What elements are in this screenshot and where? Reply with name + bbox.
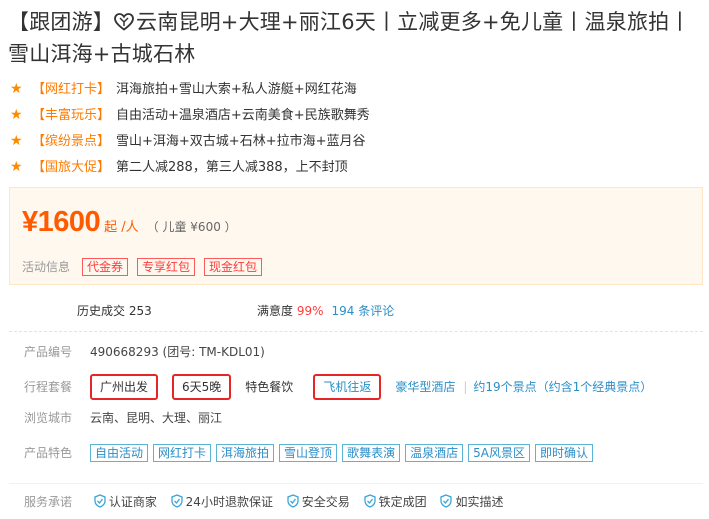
feature-desc: 雪山+洱海+双古城+石林+拉市海+蓝月谷 — [116, 134, 366, 149]
star-icon: ★ — [10, 133, 23, 149]
satisfaction: 满意度 99% 194 条评论 — [257, 302, 394, 319]
feature-item: ★ 【网红打卡】 洱海旅拍+雪山大索+私人游艇+网红花海 — [10, 76, 700, 102]
feature-tag-chip[interactable]: 歌舞表演 — [342, 444, 401, 462]
product-features-label: 产品特色 — [24, 446, 73, 460]
cities-value: 云南、昆明、大理、丽江 — [90, 411, 223, 425]
title-prefix: 【跟团游】 — [8, 10, 114, 34]
promo-row: 活动信息 代金券 专享红包 现金红包 — [22, 258, 271, 276]
duration-option[interactable]: 6天5晚 — [172, 374, 232, 400]
coupon-voucher[interactable]: 代金券 — [82, 258, 129, 276]
price-panel: ¥1600 起 /人 （ 儿童 ¥600 ） 活动信息 代金券 专享红包 现金红包 — [9, 187, 703, 285]
feature-tag: 【丰富玩乐】 — [32, 108, 111, 123]
promo-label: 活动信息 — [22, 260, 71, 274]
product-id-label: 产品编号 — [24, 345, 73, 359]
price-row: ¥1600 起 /人 （ 儿童 ¥600 ） — [22, 206, 237, 239]
shield-check-icon — [171, 494, 183, 508]
satisfaction-label: 满意度 — [257, 304, 294, 318]
transport-option[interactable]: 飞机往返 — [313, 374, 382, 400]
feature-tag: 【缤纷景点】 — [32, 134, 111, 149]
promise-item: 安全交易 — [287, 492, 350, 512]
feature-item: ★ 【丰富玩乐】 自由活动+温泉酒店+云南美食+民族歌舞秀 — [10, 102, 700, 128]
promise-divider — [9, 483, 703, 484]
promise-item: 24小时退款保证 — [171, 492, 273, 512]
product-id-row: 产品编号 490668293 (团号: TM-KDL01) — [24, 341, 265, 363]
departure-option[interactable]: 广州出发 — [90, 374, 159, 400]
feature-desc: 第二人减288，第三人减388，上不封顶 — [116, 160, 348, 175]
star-icon: ★ — [10, 159, 23, 175]
coupon-cash[interactable]: 现金红包 — [204, 258, 263, 276]
meal-option: 特色餐饮 — [245, 380, 294, 394]
feature-tag-chip[interactable]: 网红打卡 — [153, 444, 212, 462]
feature-tag-chip[interactable]: 自由活动 — [90, 444, 149, 462]
reviews-link[interactable]: 194 条评论 — [332, 304, 395, 318]
shield-check-icon — [363, 494, 376, 508]
promise-item: 认证商家 — [94, 492, 157, 512]
satisfaction-value: 99% — [296, 304, 324, 318]
itinerary-row: 行程套餐 广州出发 6天5晚 特色餐饮 飞机往返 豪华型酒店 | 约19个景点（约含1个经典景… — [24, 373, 664, 401]
promise-label: 服务承诺 — [24, 495, 73, 509]
sales-count: 历史成交 253 — [77, 304, 152, 318]
separator: | — [463, 380, 468, 394]
feature-tag: 【国旅大促】 — [32, 160, 111, 175]
cities-row: 浏览城市 云南、昆明、大理、丽江 — [24, 407, 222, 429]
section-divider — [9, 331, 703, 332]
price-unit: 起 /人 — [104, 220, 139, 235]
price-amount: ¥1600 — [22, 206, 101, 238]
feature-tag-chip[interactable]: 5A风景区 — [468, 444, 530, 462]
service-promise-row: 服务承诺 认证商家 24小时退款保证 安全交易 铁定成团 如实描述 — [24, 492, 513, 512]
product-id-value: 490668293 (团号: TM-KDL01) — [90, 345, 265, 359]
feature-item: ★ 【缤纷景点】 雪山+洱海+双古城+石林+拉市海+蓝月谷 — [10, 128, 700, 154]
feature-tag-chip[interactable]: 即时确认 — [534, 444, 593, 462]
feature-tag-chip[interactable]: 雪山登顶 — [279, 444, 338, 462]
feature-tag-chip[interactable]: 洱海旅拍 — [216, 444, 275, 462]
product-features-row: 产品特色 自由活动 网红打卡 洱海旅拍 雪山登顶 歌舞表演 温泉酒店 5A风景区 即时确认 — [24, 442, 598, 464]
feature-item: ★ 【国旅大促】 第二人减288，第三人减388，上不封顶 — [10, 154, 700, 180]
itinerary-label: 行程套餐 — [24, 380, 73, 394]
star-icon: ★ — [10, 81, 23, 97]
shield-check-icon — [94, 494, 106, 508]
promise-item: 如实描述 — [440, 492, 503, 512]
coupon-exclusive[interactable]: 专享红包 — [137, 258, 196, 276]
stats-bar: 历史成交 253 满意度 99% 194 条评论 — [9, 296, 703, 324]
product-title: 【跟团游】 云南昆明+大理+丽江6天丨立减更多+免儿童丨温泉旅拍丨雪山洱海+古城石… — [8, 6, 704, 70]
feature-desc: 洱海旅拍+雪山大索+私人游艇+网红花海 — [116, 82, 357, 97]
feature-desc: 自由活动+温泉酒店+云南美食+民族歌舞秀 — [116, 108, 370, 123]
feature-tag-chip[interactable]: 温泉酒店 — [405, 444, 464, 462]
heart-icon — [114, 13, 134, 31]
feature-tag: 【网红打卡】 — [32, 82, 111, 97]
child-price: （ 儿童 ¥600 ） — [146, 220, 237, 234]
cities-label: 浏览城市 — [24, 411, 73, 425]
star-icon: ★ — [10, 107, 23, 123]
hotel-option[interactable]: 豪华型酒店 — [395, 373, 455, 401]
promise-item: 铁定成团 — [363, 492, 427, 512]
spots-option[interactable]: 约19个景点（约含1个经典景点） — [473, 373, 652, 401]
feature-list: ★ 【网红打卡】 洱海旅拍+雪山大索+私人游艇+网红花海 ★ 【丰富玩乐】 自由活动+温… — [10, 76, 700, 180]
shield-check-icon — [287, 494, 299, 508]
shield-check-icon — [440, 494, 453, 508]
